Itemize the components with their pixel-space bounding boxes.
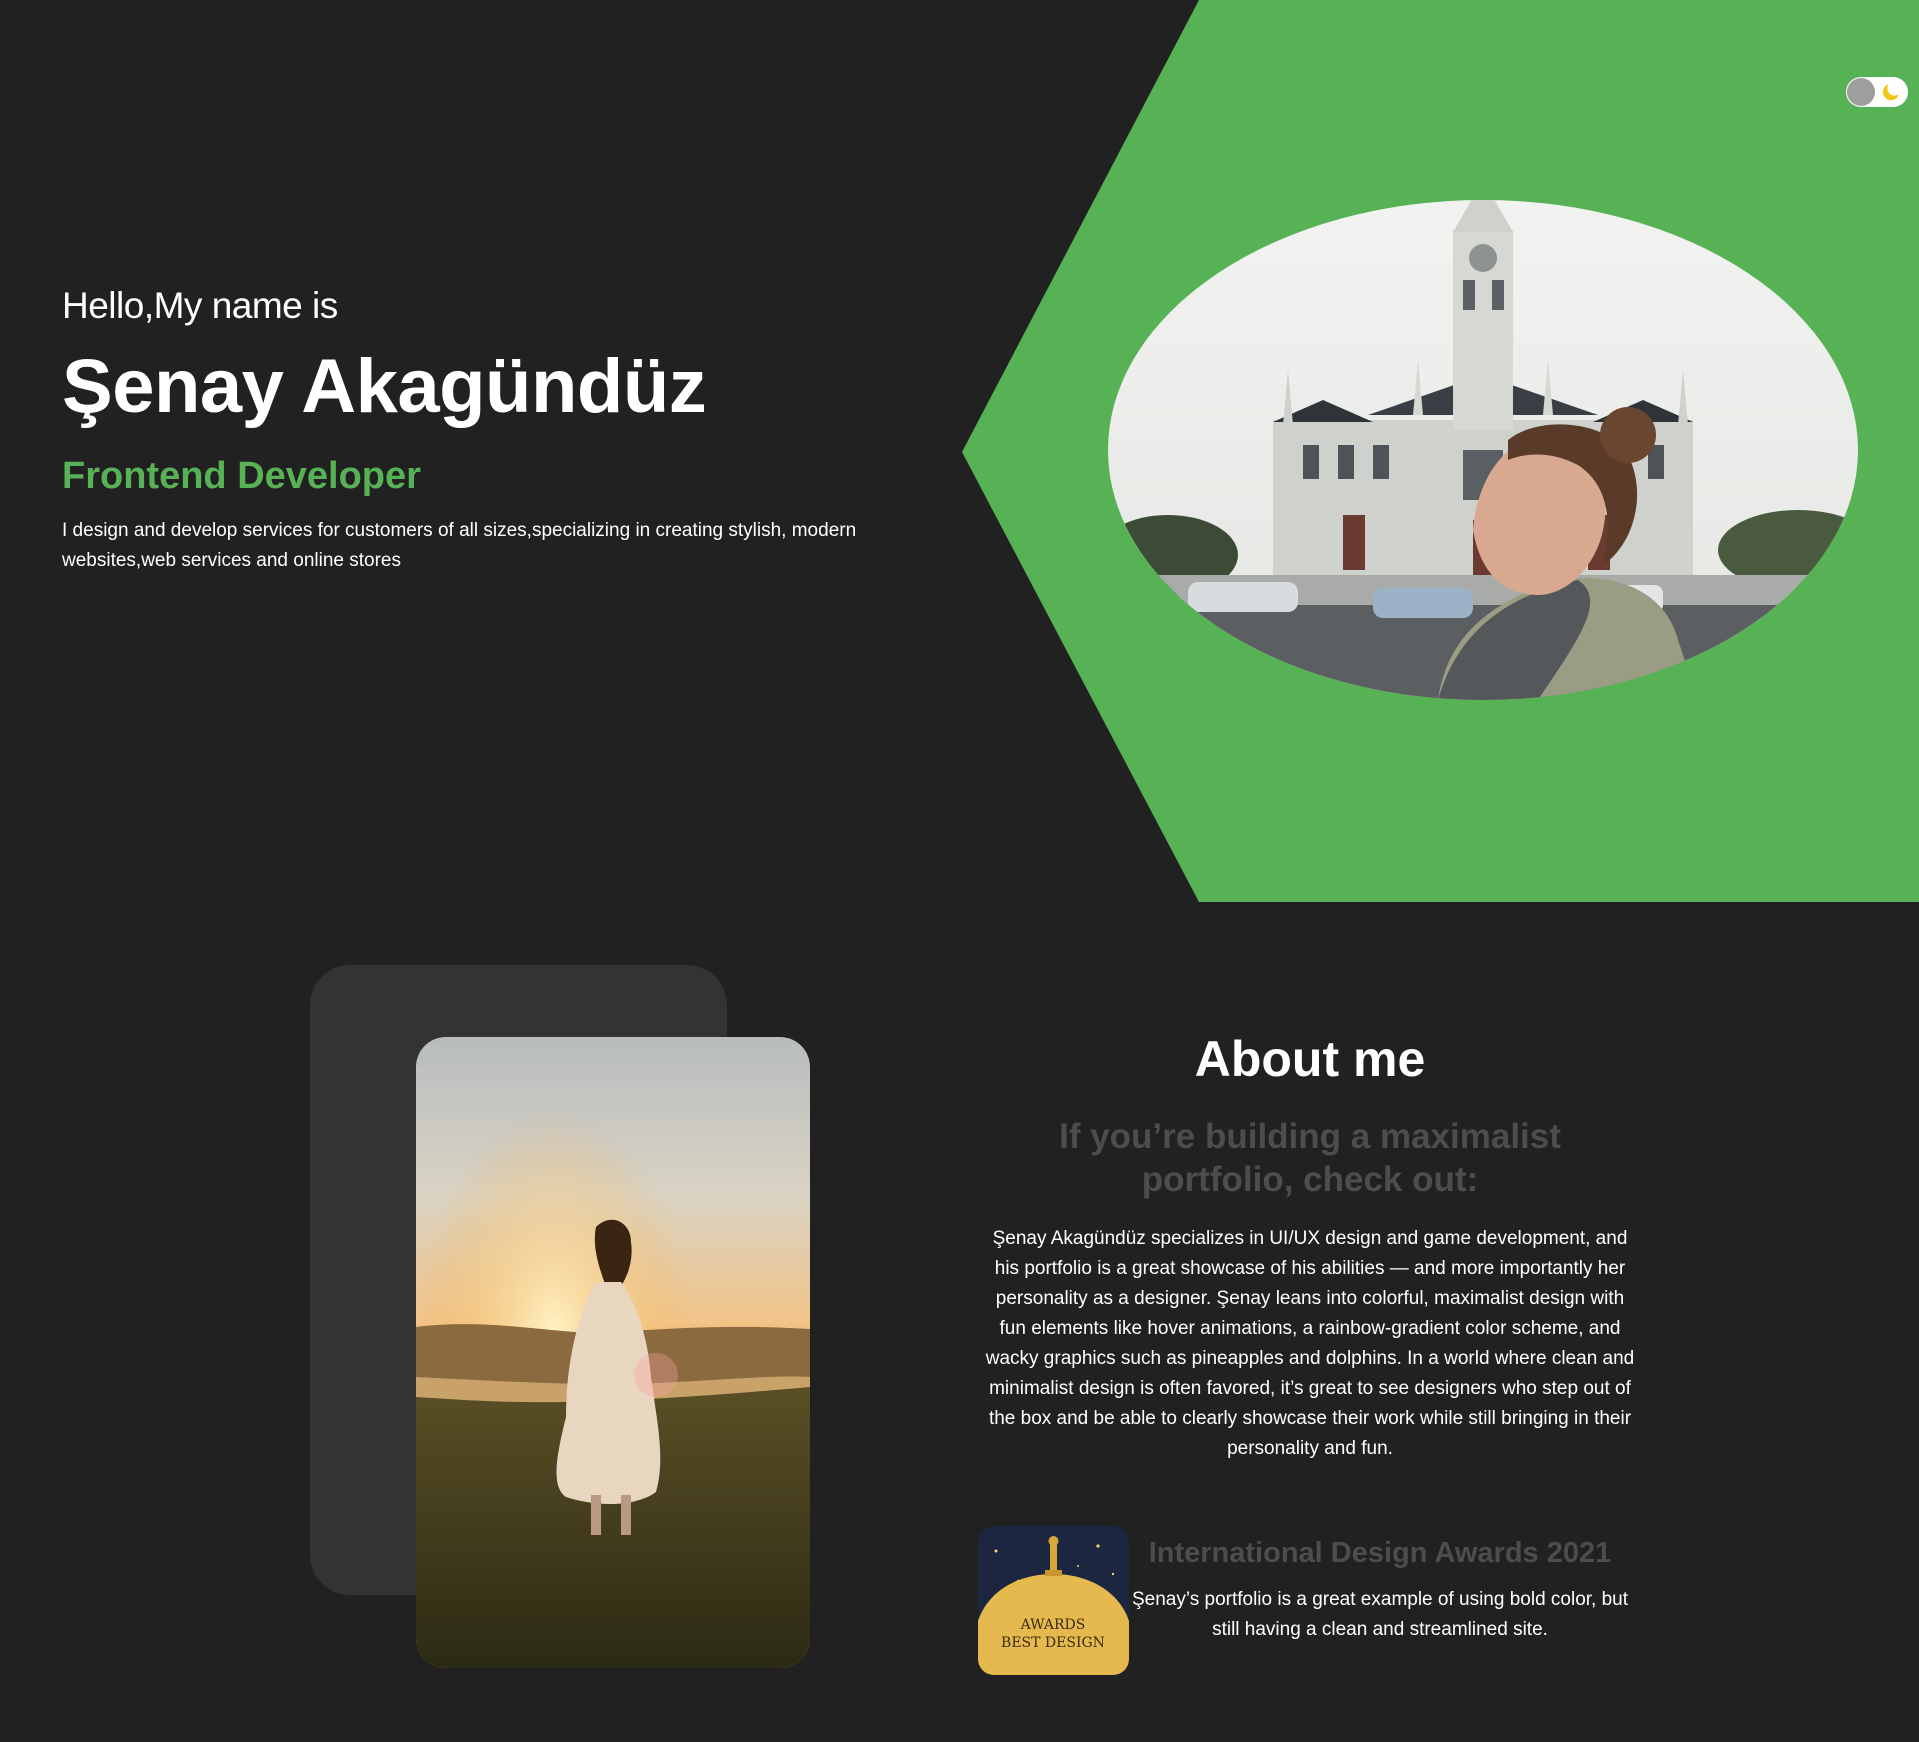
greeting-text: Hello,My name is [62,285,338,326]
about-heading: About me [1194,1031,1426,1087]
award-description: Şenay’s portfolio is a great example of … [1131,1589,1629,1640]
about-description: Şenay Akagündüz specializes in UI/UX des… [985,1228,1635,1459]
theme-toggle[interactable] [1846,77,1908,107]
moon-icon [1882,83,1900,101]
toggle-knob [1847,78,1875,106]
hero-text: Hello,My name is Şenay Akagündüz Fronten… [62,285,962,576]
badge-line-awards: AWARDS [1020,1617,1086,1633]
person-name: Şenay Akagündüz [62,344,707,429]
job-title: Frontend Developer [62,454,421,497]
award-title: International Design Awards 2021 [1148,1537,1612,1569]
about-photo [416,1037,810,1668]
about-subheading: If you’re building a maximalist portfoli… [1059,1117,1561,1199]
hero-section: Hello,My name is Şenay Akagündüz Fronten… [0,0,1919,902]
intro-text: I design and develop services for custom… [62,519,857,571]
badge-line-best-design: BEST DESIGN [1001,1635,1105,1651]
profile-photo [1108,200,1858,700]
award-badge: AWARDS BEST DESIGN [978,1526,1129,1675]
